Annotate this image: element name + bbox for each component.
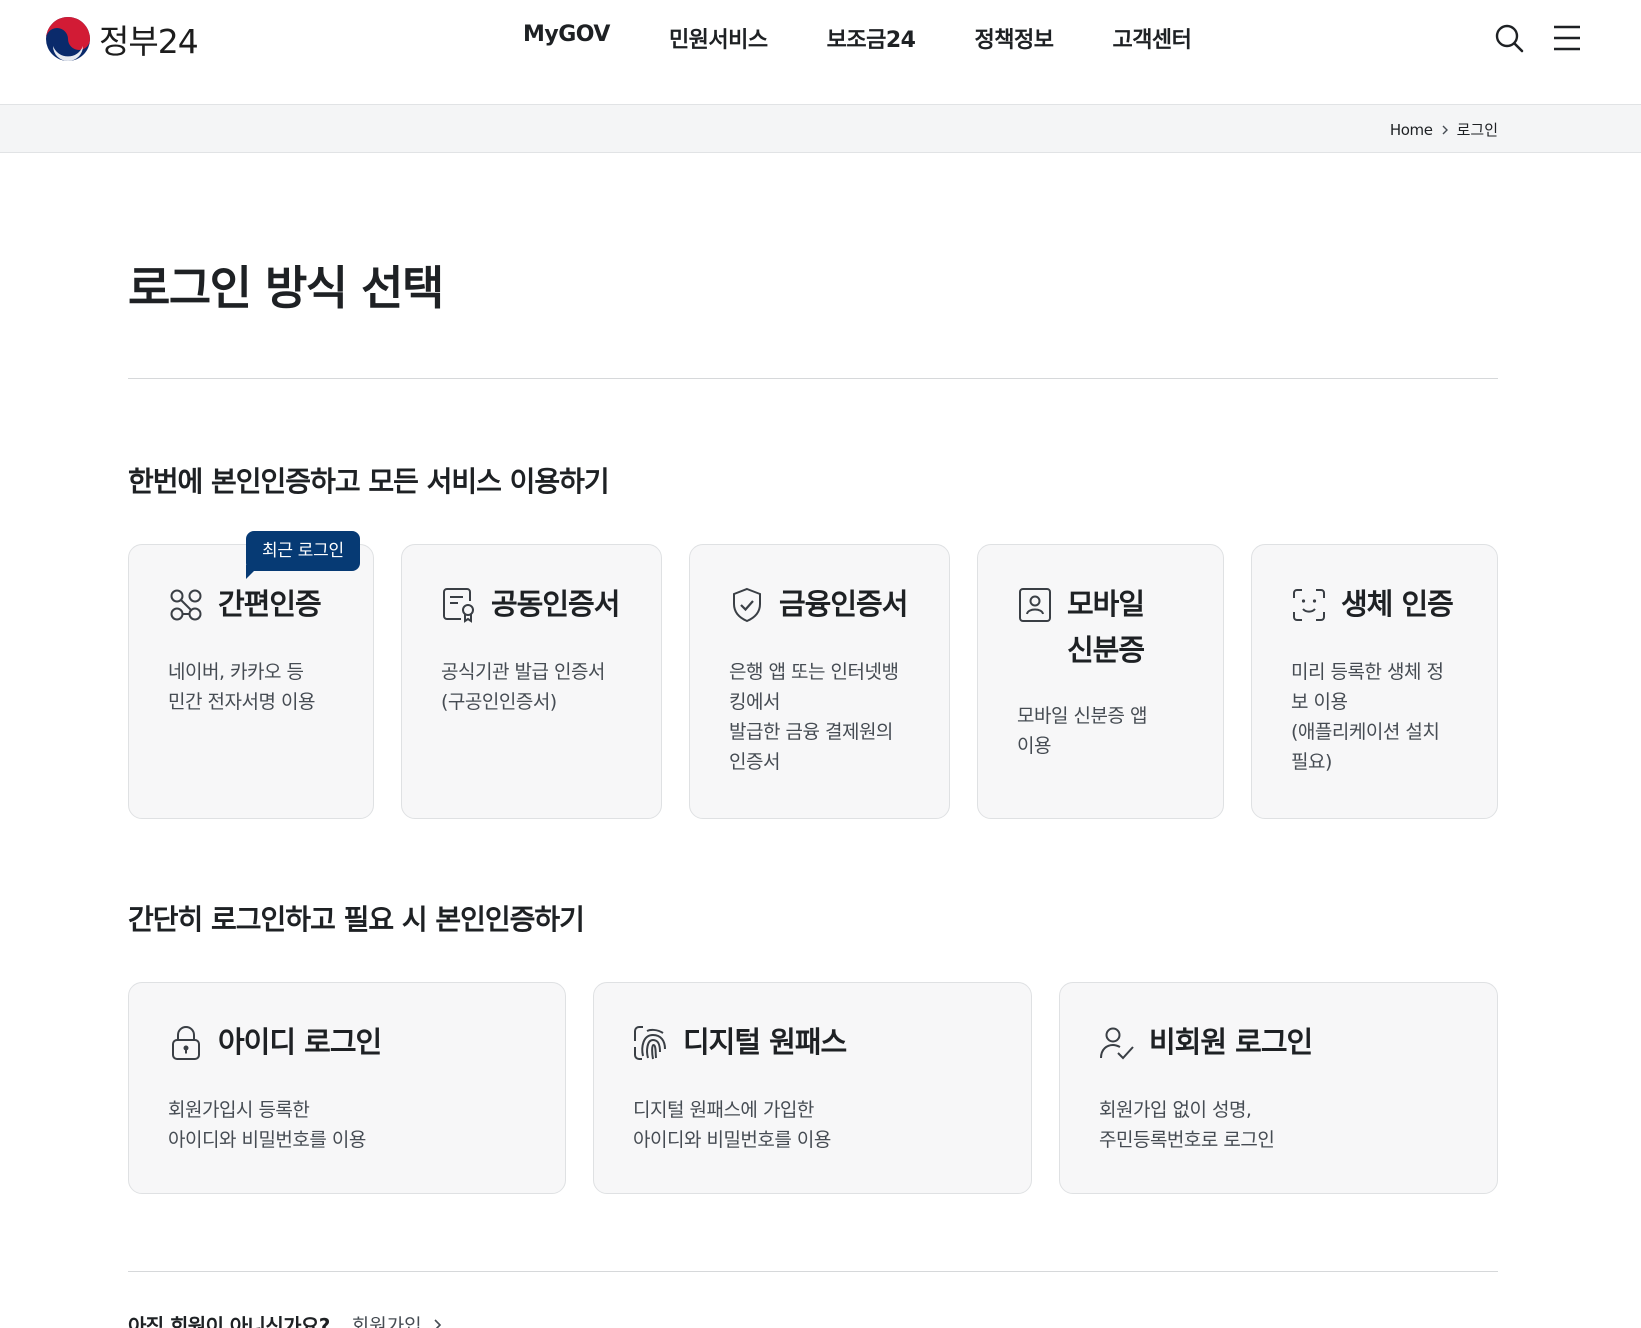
login-card-digital-onepass[interactable]: 디지털 원패스 디지털 원패스에 가입한 아이디와 비밀번호를 이용 [593,982,1032,1194]
recent-login-badge: 최근 로그인 [246,531,360,571]
chevron-right-icon [1442,125,1448,134]
card-title: 비회원 로그인 [1149,1025,1313,1059]
card-title: 금융인증서 [779,587,908,621]
certificate-icon [443,588,474,623]
card-head: 간편인증 [168,585,322,627]
user-check-icon [1100,1027,1134,1060]
site-header: 정부24 MyGOV 민원서비스 보조금24 정책정보 고객센터 [0,0,1641,104]
login-card-mobile-id[interactable]: 모바일 신분증 모바일 신분증 앱 이용 [977,544,1224,819]
fingerprint-icon [634,1026,666,1060]
chevron-right-icon [434,1318,441,1328]
card-desc: 미리 등록한 생체 정 보 이용 (애플리케이션 설치 필요) [1291,661,1444,773]
login-card-financial-certificate[interactable]: 금융인증서 은행 앱 또는 인터넷뱅 킹에서 발급한 금융 결제원의 인증서 [689,544,950,819]
signup-question: 아직 회원이 아니신가요? [128,1314,330,1328]
main-nav: MyGOV 민원서비스 보조금24 정책정보 고객센터 [523,22,1192,54]
breadcrumb-bar: Home 로그인 [0,104,1641,153]
card-head: 아이디 로그인 [168,1023,382,1065]
id-card-icon [1019,588,1051,622]
shield-check-icon [733,587,761,623]
divider [128,1271,1498,1272]
signup-link-label: 회원가입 [351,1315,422,1328]
card-title: 생체 인증 [1341,587,1454,621]
login-card-biometric[interactable]: 생체 인증 미리 등록한 생체 정 보 이용 (애플리케이션 설치 필요) [1251,544,1498,819]
card-desc: 은행 앱 또는 인터넷뱅 킹에서 발급한 금융 결제원의 인증서 [729,661,899,773]
hamburger-menu-icon[interactable] [1553,23,1581,53]
login-card-simple-auth[interactable]: 간편인증 네이버, 카카오 등 민간 전자서명 이용 [128,544,374,819]
nav-item-subsidy[interactable]: 보조금24 [827,22,916,54]
badge-tail [246,565,260,579]
card-title: 공동인증서 [491,587,620,621]
card-title: 아이디 로그인 [218,1025,382,1059]
card-desc: 회원가입 없이 성명, 주민등록번호로 로그인 [1099,1099,1275,1151]
nav-item-customer-center[interactable]: 고객센터 [1112,22,1191,54]
login-card-non-member[interactable]: 비회원 로그인 회원가입 없이 성명, 주민등록번호로 로그인 [1059,982,1498,1194]
logo-text: 정부24 [99,22,199,61]
card-title: 디지털 원패스 [683,1025,847,1059]
breadcrumb: Home 로그인 [1390,119,1498,140]
logo[interactable]: 정부24 [45,16,199,62]
page-title: 로그인 방식 선택 [128,261,444,315]
card-head: 생체 인증 [1291,585,1454,627]
login-card-joint-certificate[interactable]: 공동인증서 공식기관 발급 인증서 (구공인인증서) [401,544,662,819]
card-head: 모바일 신분증 [1017,585,1145,673]
nav-item-civil-service[interactable]: 민원서비스 [669,22,768,54]
taegeuk-logo-icon [46,17,90,61]
signup-prompt: 아직 회원이 아니신가요? 회원가입 [128,1310,444,1328]
card-desc: 공식기관 발급 인증서 (구공인인증서) [441,661,605,713]
lock-icon [172,1026,200,1060]
section-title-simple-login: 간단히 로그인하고 필요 시 본인인증하기 [128,903,585,936]
signup-link[interactable]: 회원가입 [352,1311,444,1328]
breadcrumb-current: 로그인 [1456,121,1498,139]
divider [128,378,1498,379]
flow-nodes-icon [170,589,202,621]
breadcrumb-home[interactable]: Home [1390,121,1433,139]
section-title-full-auth: 한번에 본인인증하고 모든 서비스 이용하기 [128,465,610,498]
search-icon[interactable] [1494,23,1524,53]
card-desc: 디지털 원패스에 가입한 아이디와 비밀번호를 이용 [633,1099,831,1151]
nav-item-policy[interactable]: 정책정보 [974,22,1053,54]
card-head: 공동인증서 [441,585,620,627]
card-desc: 회원가입시 등록한 아이디와 비밀번호를 이용 [168,1099,366,1151]
card-desc: 네이버, 카카오 등 민간 전자서명 이용 [168,661,315,713]
card-title: 모바일 신분증 [1067,587,1145,667]
card-title: 간편인증 [218,587,322,621]
card-head: 비회원 로그인 [1099,1023,1313,1065]
card-desc: 모바일 신분증 앱 이용 [1017,705,1147,757]
face-scan-icon [1293,589,1325,621]
login-card-id[interactable]: 아이디 로그인 회원가입시 등록한 아이디와 비밀번호를 이용 [128,982,566,1194]
nav-item-mygov[interactable]: MyGOV [523,22,610,54]
card-head: 금융인증서 [729,585,908,627]
card-head: 디지털 원패스 [633,1023,847,1065]
